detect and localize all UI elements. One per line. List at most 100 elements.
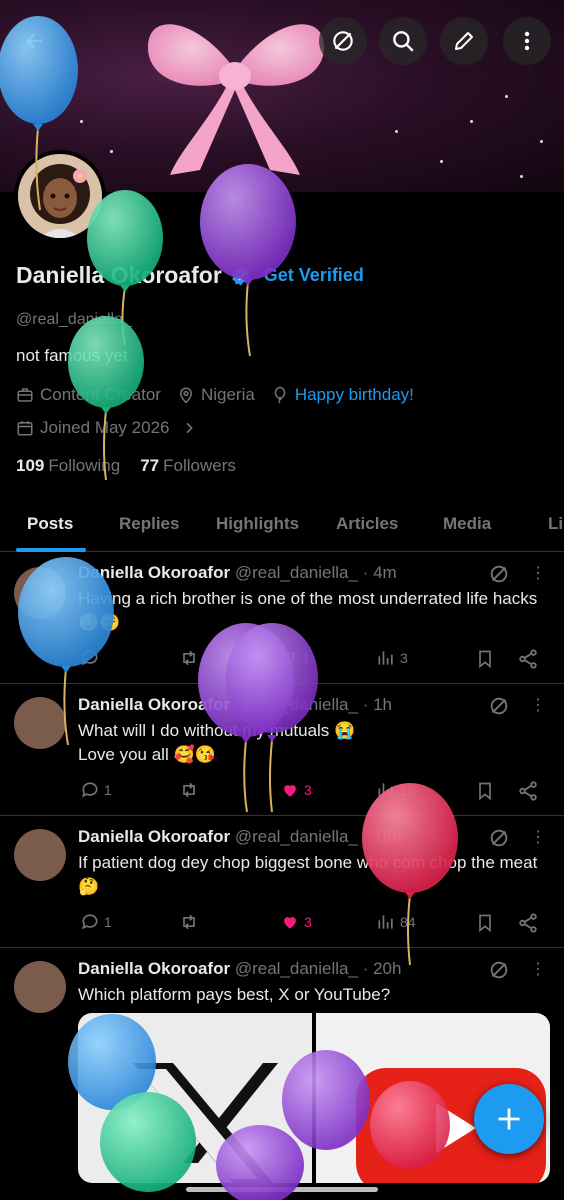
heart-filled-icon <box>284 917 296 929</box>
get-verified-link[interactable]: Get Verified <box>264 265 364 286</box>
like-button[interactable]: 1 <box>278 648 310 668</box>
post-text: If patient dog dey chop biggest bone who… <box>78 853 538 896</box>
repost-button[interactable] <box>178 912 204 932</box>
post[interactable]: Daniella Okoroafor @real_daniella_ · 18h… <box>0 817 564 948</box>
repost-button[interactable] <box>178 780 204 800</box>
post-header: Daniella Okoroafor @real_daniella_ · 18h <box>78 827 401 847</box>
repost-button[interactable] <box>178 648 204 668</box>
calendar-icon <box>17 421 33 436</box>
post-avatar[interactable] <box>14 961 66 1013</box>
reply-count: 1 <box>104 914 112 930</box>
grok-icon[interactable] <box>488 563 510 585</box>
grok-icon <box>333 31 353 51</box>
grok-icon[interactable] <box>488 959 510 981</box>
home-indicator[interactable] <box>186 1187 378 1192</box>
more-vertical-icon[interactable]: ⋮ <box>530 959 546 979</box>
tab-articles[interactable]: Articles <box>336 514 398 534</box>
repost-icon <box>183 650 195 666</box>
edit-button[interactable] <box>440 17 488 65</box>
share-icon[interactable] <box>517 648 539 670</box>
reply-count: 1 <box>104 782 112 798</box>
post-handle-time: @real_daniella_ · 20h <box>234 959 402 978</box>
avatar <box>18 154 102 238</box>
bookmark-icon[interactable] <box>475 780 495 802</box>
post-author[interactable]: Daniella Okoroafor <box>78 563 230 582</box>
bookmark-icon[interactable] <box>475 648 495 670</box>
post-avatar[interactable] <box>14 567 66 619</box>
post-media[interactable] <box>78 1013 550 1183</box>
search-button[interactable] <box>379 17 427 65</box>
briefcase-icon <box>17 388 33 402</box>
grok-button[interactable] <box>319 17 367 65</box>
view-count: 84 <box>400 914 416 930</box>
profile-category[interactable]: Content Creator <box>40 385 161 405</box>
tab-posts[interactable]: Posts <box>27 514 73 534</box>
reply-button[interactable]: 1 <box>80 780 112 800</box>
following-link[interactable]: 109 Following <box>16 456 120 476</box>
profile-joined-row[interactable]: Joined May 2026 <box>16 418 197 438</box>
like-button[interactable]: 3 <box>280 912 312 932</box>
post[interactable]: Daniella Okoroafor @real_daniella_ · 1h … <box>0 685 564 816</box>
back-button[interactable] <box>10 17 58 65</box>
grok-icon[interactable] <box>488 695 510 717</box>
x-logo-icon <box>133 1063 278 1183</box>
tab-replies[interactable]: Replies <box>119 514 179 534</box>
profile-tabs: Posts Replies Highlights Articles Media … <box>0 498 564 552</box>
views-button[interactable]: 84 <box>376 912 416 932</box>
views-button[interactable]: 19 <box>376 780 416 800</box>
edit-icon <box>455 32 473 50</box>
balloon <box>200 164 296 357</box>
birthday-link[interactable]: Happy birthday! <box>295 385 414 405</box>
arrow-left-icon <box>26 33 42 49</box>
views-icon <box>378 783 393 797</box>
tab-media[interactable]: Media <box>443 514 491 534</box>
post-avatar[interactable] <box>14 697 66 749</box>
follow-stats: 109 Following 77 Followers <box>16 456 236 476</box>
more-vertical-icon[interactable]: ⋮ <box>530 695 546 715</box>
post-author[interactable]: Daniella Okoroafor <box>78 695 230 714</box>
post-handle-time: @real_daniella_ · 1h <box>234 695 392 714</box>
like-button[interactable]: 3 <box>280 780 312 800</box>
pink-bow-image <box>147 24 325 175</box>
post-handle-time: @real_daniella_ · 18h <box>234 827 402 846</box>
active-tab-indicator <box>16 548 86 552</box>
post-text-line2: Love you all 🥰😘 <box>78 745 216 764</box>
post-header: Daniella Okoroafor @real_daniella_ · 20h <box>78 959 401 979</box>
like-count: 1 <box>302 650 310 666</box>
post-handle-time: @real_daniella_ · 4m <box>234 563 397 582</box>
tab-likes[interactable]: Li <box>548 514 563 534</box>
more-vertical-icon[interactable]: ⋮ <box>530 827 546 847</box>
share-icon[interactable] <box>517 780 539 802</box>
grok-icon[interactable] <box>488 827 510 849</box>
profile-name: Daniella Okoroafor <box>16 262 222 288</box>
profile-handle: @real_daniella_ <box>16 311 132 328</box>
compose-button[interactable] <box>474 1084 544 1154</box>
view-count: 19 <box>400 782 416 798</box>
tab-highlights[interactable]: Highlights <box>216 514 299 534</box>
reply-icon <box>82 782 98 798</box>
followers-link[interactable]: 77 Followers <box>140 456 236 476</box>
profile-bio: not famous yet <box>16 346 128 365</box>
post-header: Daniella Okoroafor @real_daniella_ · 4m <box>78 563 397 583</box>
more-button[interactable] <box>503 17 551 65</box>
profile-location: Nigeria <box>200 385 255 404</box>
repost-icon <box>183 914 195 930</box>
views-button[interactable]: 3 <box>376 648 408 668</box>
verified-badge-icon <box>232 265 250 286</box>
more-vertical-icon[interactable]: ⋮ <box>530 563 546 583</box>
bookmark-icon[interactable] <box>475 912 495 934</box>
post-author[interactable]: Daniella Okoroafor <box>78 959 230 978</box>
x-logo-image[interactable] <box>78 1013 312 1183</box>
post[interactable]: Daniella Okoroafor @real_daniella_ · 4m … <box>0 553 564 684</box>
reply-button[interactable] <box>80 648 104 668</box>
post-text: Having a rich brother is one of the most… <box>78 589 538 632</box>
reply-button[interactable]: 1 <box>80 912 112 932</box>
followers-count: 77 <box>140 456 160 475</box>
share-icon[interactable] <box>517 912 539 934</box>
profile-avatar[interactable] <box>14 150 106 242</box>
post-author[interactable]: Daniella Okoroafor <box>78 827 230 846</box>
profile-name-row: Daniella Okoroafor Get Verified <box>16 262 364 289</box>
post-avatar[interactable] <box>14 829 66 881</box>
like-count: 3 <box>304 914 312 930</box>
post-text: Which platform pays best, X or YouTube? <box>78 985 391 1004</box>
